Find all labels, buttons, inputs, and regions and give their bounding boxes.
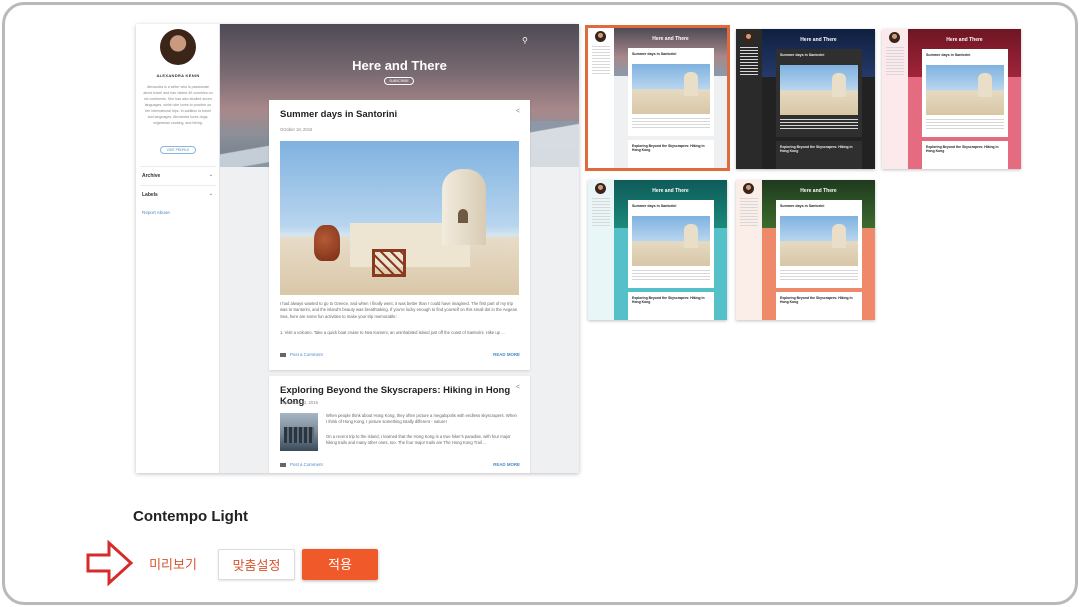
author-avatar [743, 32, 754, 43]
post-card: Summer days in Santorini < October 18, 2… [269, 100, 530, 370]
theme-thumbnail-dark[interactable]: Here and There Summer days in Santorini … [736, 29, 875, 169]
thumbnail-post-title: Summer days in Santorini [926, 53, 971, 57]
author-avatar [889, 32, 900, 43]
thumbnail-post-title: Exploring Beyond the Skyscrapers: Hiking… [780, 296, 853, 305]
report-abuse-link[interactable]: Report Abuse [142, 210, 170, 215]
theme-thumbnail-aqua[interactable]: Here and There Summer days in Santorini … [588, 180, 727, 320]
post-comment-link[interactable]: Post a Comment [280, 352, 323, 357]
theme-selector-panel: ALEXANDRA KENIN Alexandra is a writer wh… [2, 2, 1078, 605]
thumbnail-post-title: Exploring Beyond the Skyscrapers: Hiking… [632, 296, 705, 305]
thumbnail-blog-title: Here and There [652, 188, 689, 194]
post-title[interactable]: Summer days in Santorini [280, 109, 397, 120]
sidebar-labels-label: Labels [142, 192, 158, 198]
post-date: October 18, 2016 [280, 127, 313, 132]
theme-thumbnail-light[interactable]: Here and There Summer days in Santorini … [585, 25, 730, 171]
post-comment-label: Post a Comment [290, 462, 323, 467]
post-card: Exploring Beyond the Skyscrapers: Hiking… [269, 376, 530, 473]
theme-thumbnail-pink[interactable]: Here and There Summer days in Santorini … [882, 29, 1021, 169]
author-avatar [160, 29, 196, 65]
theme-preview[interactable]: ALEXANDRA KENIN Alexandra is a writer wh… [136, 24, 579, 473]
thumbnail-blog-title: Here and There [800, 37, 837, 43]
sidebar-archive[interactable]: Archive ⌄ [140, 166, 216, 184]
thumbnail-post-title: Summer days in Santorini [632, 204, 677, 208]
author-bio: Alexandra is a writer who is passionate … [143, 85, 213, 125]
share-icon[interactable]: < [516, 108, 520, 115]
thumbnail-post-title: Exploring Beyond the Skyscrapers: Hiking… [780, 145, 853, 154]
blog-title: Here and There [352, 58, 447, 73]
theme-thumbnail-coral[interactable]: Here and There Summer days in Santorini … [736, 180, 875, 320]
sidebar-archive-label: Archive [142, 173, 161, 179]
customize-button[interactable]: 맞춤설정 [218, 549, 295, 580]
annotation-arrow-icon [86, 539, 134, 587]
thumbnail-blog-title: Here and There [800, 188, 837, 194]
post-comment-link[interactable]: Post a Comment [280, 462, 323, 467]
share-icon[interactable]: < [516, 384, 520, 391]
post-comment-label: Post a Comment [290, 352, 323, 357]
thumbnail-blog-title: Here and There [652, 36, 689, 42]
post-excerpt-2: 1. Visit a volcano. Take a quick boat cr… [280, 330, 505, 335]
chevron-down-icon: ⌄ [208, 191, 213, 197]
hong-kong-photo [280, 413, 318, 451]
read-more-link[interactable]: READ MORE [493, 462, 520, 467]
author-name: ALEXANDRA KENIN [156, 73, 200, 78]
comment-icon [280, 352, 286, 357]
sidebar-labels[interactable]: Labels ⌄ [140, 185, 216, 203]
santorini-photo [280, 141, 519, 295]
read-more-link[interactable]: READ MORE [493, 352, 520, 357]
post-date: September 12, 2016 [280, 400, 318, 405]
visit-profile-button[interactable]: VISIT PROFILE [160, 146, 196, 154]
subscribe-button[interactable]: SUBSCRIBE [384, 77, 414, 85]
preview-button[interactable]: 미리보기 [140, 549, 206, 580]
post-excerpt-2: On a recent trip to the island, I learne… [326, 434, 511, 446]
thumbnail-post-title: Summer days in Santorini [780, 204, 825, 208]
thumbnail-post-title: Summer days in Santorini [632, 52, 677, 56]
author-avatar [595, 31, 606, 42]
chevron-down-icon: ⌄ [208, 172, 213, 178]
search-icon[interactable]: ⚲ [522, 36, 528, 45]
author-avatar [743, 183, 754, 194]
apply-button[interactable]: 적용 [302, 549, 378, 580]
post-excerpt: When people think about Hong Kong, they … [326, 413, 517, 425]
post-excerpt: I had always wanted to go to Greece, and… [280, 301, 518, 319]
thumbnail-post-title: Exploring Beyond the Skyscrapers: Hiking… [926, 145, 999, 154]
thumbnail-post-title: Summer days in Santorini [780, 53, 825, 57]
thumbnail-post-title: Exploring Beyond the Skyscrapers: Hiking… [632, 144, 705, 153]
theme-name: Contempo Light [133, 508, 248, 525]
preview-sidebar: ALEXANDRA KENIN Alexandra is a writer wh… [136, 24, 220, 473]
author-avatar [595, 183, 606, 194]
comment-icon [280, 462, 286, 467]
thumbnail-blog-title: Here and There [946, 37, 983, 43]
